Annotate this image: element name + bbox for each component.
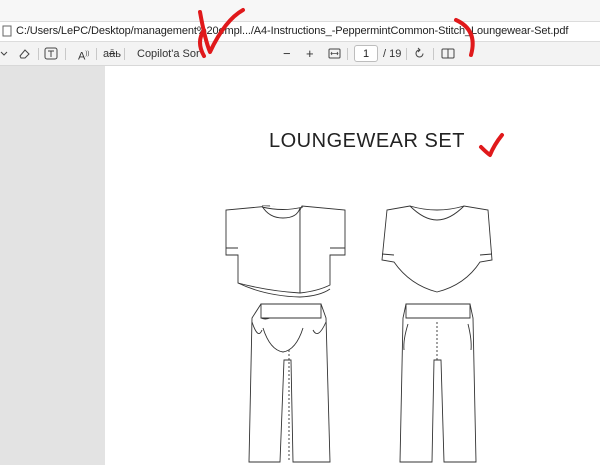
garment-illustrations [225,205,493,463]
right-pants-drawing [399,303,477,463]
right-top-drawing [381,205,493,293]
left-top-drawing [225,205,346,298]
left-pants-drawing [248,303,331,463]
